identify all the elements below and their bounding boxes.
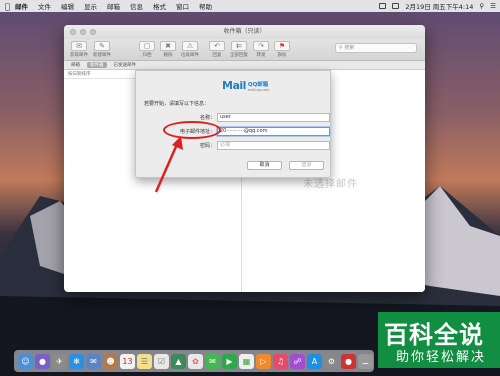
title-bar: 收件箱（只读） (64, 25, 425, 39)
window-title: 收件箱（只读） (223, 28, 266, 35)
close-window-button[interactable] (70, 29, 76, 35)
qq-mail-logo: Mail QQ邮箱 mail.qq.com (222, 79, 270, 92)
flash-icon[interactable]: ● (341, 353, 356, 369)
books-icon[interactable]: ☍ (290, 353, 305, 369)
setup-prompt: 若要开始，请填写以下信息： (144, 101, 210, 107)
archive-button[interactable]: ▢ 归档 (139, 41, 155, 58)
reminders-icon[interactable]: ☑ (154, 353, 169, 369)
keynote-icon[interactable]: ▷ (256, 353, 271, 369)
favorites-bar: 邮箱 收件箱 已发送邮件 (64, 61, 425, 70)
forward-button[interactable]: ↷ 转发 (253, 41, 269, 58)
menu-item-help[interactable]: 帮助 (199, 1, 212, 11)
menu-item-view[interactable]: 显示 (84, 1, 97, 11)
clock-text[interactable]: 2月19日 周五下午4:14 (405, 1, 473, 11)
photos-icon[interactable]: ✿ (188, 353, 203, 369)
app-store-icon[interactable]: A (307, 353, 322, 369)
notes-icon[interactable]: ☰ (137, 353, 152, 369)
safari-icon[interactable]: ✻ (69, 353, 84, 369)
watermark-logo: 百科全说 助你轻松解决 (378, 312, 500, 368)
numbers-icon[interactable]: ▦ (239, 353, 254, 369)
cancel-button[interactable]: 取消 (247, 161, 282, 170)
menu-item-file[interactable]: 文件 (38, 1, 51, 11)
siri-icon[interactable]: ● (35, 353, 50, 369)
signin-button[interactable]: 登录 (289, 161, 324, 170)
favorite-mailboxes[interactable]: 邮箱 (68, 62, 83, 68)
password-label: 密码： (199, 143, 215, 149)
junk-icon: ⚠ (182, 41, 198, 51)
menu-bar:  邮件 文件 编辑 显示 邮箱 信息 格式 窗口 帮助 2月19日 周五下午4… (0, 0, 500, 12)
flag-button[interactable]: ⚑ 旗标 (274, 41, 290, 58)
envelope-icon: ✉ (71, 41, 87, 51)
menu-item-edit[interactable]: 编辑 (61, 1, 74, 11)
compose-icon: ✎ (94, 41, 110, 51)
wifi-icon[interactable] (379, 3, 387, 9)
archive-icon: ▢ (139, 41, 155, 51)
reply-all-button[interactable]: ⇇ 全部回复 (230, 41, 248, 58)
reply-button[interactable]: ↶ 回复 (209, 41, 225, 58)
menu-app-name[interactable]: 邮件 (15, 1, 28, 11)
contacts-icon[interactable]: ☻ (103, 353, 118, 369)
menu-item-message[interactable]: 信息 (130, 1, 143, 11)
notification-icon[interactable]: ☰ (490, 2, 496, 10)
music-icon[interactable]: ♫ (273, 353, 288, 369)
delete-button[interactable]: ✖ 删除 (160, 41, 176, 58)
trash-dock-icon[interactable]: ⚊ (358, 353, 373, 369)
messages-icon[interactable]: ✉ (205, 353, 220, 369)
battery-icon[interactable] (392, 3, 400, 9)
name-field[interactable]: user (217, 113, 330, 122)
dock: ☺ ● ✈ ✻ ✉ ☻ 13 ☰ ☑ ▲ ✿ ✉ ▶ ▦ ▷ ♫ ☍ A ⚙ ●… (14, 350, 374, 372)
minimize-window-button[interactable] (80, 29, 86, 35)
email-field[interactable]: 20···········@qq.com (217, 127, 330, 136)
junk-button[interactable]: ⚠ 垃圾邮件 (181, 41, 199, 58)
menu-item-mailbox[interactable]: 邮箱 (107, 1, 120, 11)
finder-icon[interactable]: ☺ (18, 353, 33, 369)
get-mail-button[interactable]: ✉ 获取邮件 (70, 41, 88, 58)
launchpad-icon[interactable]: ✈ (52, 353, 67, 369)
trash-icon: ✖ (160, 41, 176, 51)
zoom-window-button[interactable] (90, 29, 96, 35)
new-message-button[interactable]: ✎ 新建邮件 (93, 41, 111, 58)
menu-item-window[interactable]: 窗口 (176, 1, 189, 11)
mail-icon[interactable]: ✉ (86, 353, 101, 369)
favorite-inbox[interactable]: 收件箱 (87, 62, 107, 68)
menu-item-format[interactable]: 格式 (153, 1, 166, 11)
facetime-icon[interactable]: ▶ (222, 353, 237, 369)
annotation-arrow-icon (154, 136, 183, 193)
maps-icon[interactable]: ▲ (171, 353, 186, 369)
toolbar: ✉ 获取邮件 ✎ 新建邮件 ▢ 归档 ✖ 删除 ⚠ 垃圾邮件 ↶ 回复 ⇇ 全部回复 ↷ 转发 … (64, 39, 425, 61)
name-row: 名称： user (136, 113, 332, 123)
reply-icon: ↶ (209, 41, 225, 51)
system-preferences-icon[interactable]: ⚙ (324, 353, 339, 369)
password-field[interactable]: 必填 (217, 141, 330, 150)
calendar-icon[interactable]: 13 (120, 353, 135, 369)
forward-icon: ↷ (253, 41, 269, 51)
spotlight-icon[interactable]: ⚲ (479, 2, 484, 10)
search-input[interactable]: ⚲ 搜索 (335, 43, 417, 53)
favorite-sent[interactable]: 已发送邮件 (111, 62, 140, 68)
reply-all-icon: ⇇ (231, 41, 247, 51)
apple-icon[interactable]:  (5, 2, 15, 11)
flag-icon: ⚑ (274, 41, 290, 51)
